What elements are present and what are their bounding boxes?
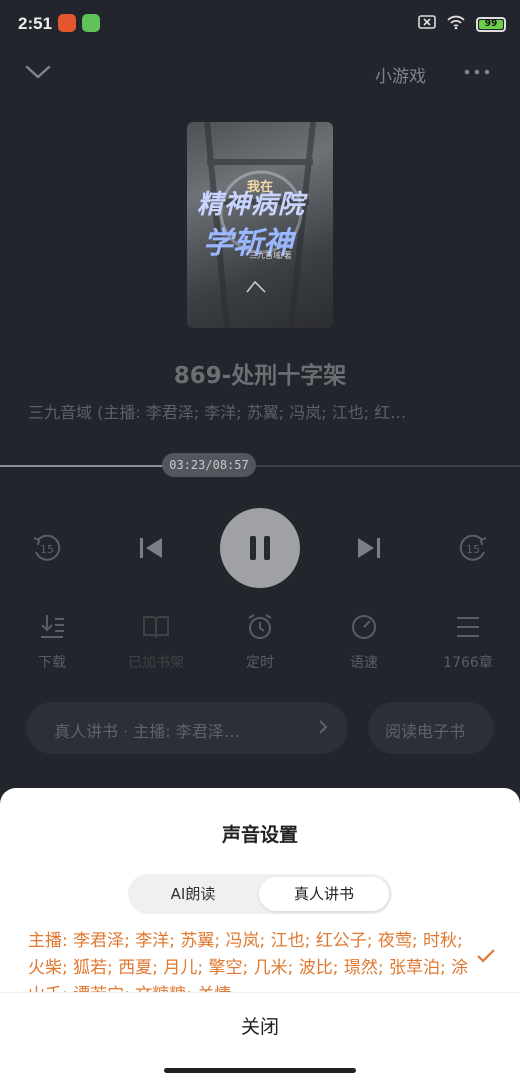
svg-text:15: 15: [40, 543, 54, 556]
narrator-option[interactable]: 主播: 李君泽; 李洋; 苏翼; 冯岚; 江也; 红公子; 夜莺; 时秋; 火柴…: [28, 928, 470, 992]
mini-game-link[interactable]: 小游戏: [375, 62, 426, 87]
status-time: 2:51: [18, 14, 53, 33]
check-icon: [476, 948, 496, 968]
read-ebook-button[interactable]: 阅读电子书: [368, 702, 494, 754]
chapter-title: 869-处刑十字架: [173, 363, 347, 389]
download-button[interactable]: 下载: [12, 612, 92, 672]
wechat-notification-icon: [82, 14, 100, 32]
more-icon[interactable]: [462, 60, 492, 88]
battery-level: 99: [479, 19, 503, 29]
divider: [0, 992, 520, 993]
forward-15-icon[interactable]: 15: [456, 532, 490, 568]
narrator-pill-label: 真人讲书 · 主播: 李君泽…: [54, 722, 240, 741]
narrators-line[interactable]: 三九音域 (主播: 李君泽; 李洋; 苏翼; 冯岚; 江也; 红…: [28, 399, 498, 423]
chevron-right-icon: [318, 719, 328, 739]
narrator-pill-button[interactable]: 真人讲书 · 主播: 李君泽…: [26, 702, 348, 754]
voice-mode-segmented-control: AI朗读 真人讲书: [128, 874, 392, 914]
progress-time[interactable]: 03:23/08:57: [162, 453, 256, 477]
chapters-label: 1766章: [443, 655, 493, 671]
rewind-15-icon[interactable]: 15: [30, 532, 64, 568]
svg-text:15: 15: [466, 543, 480, 556]
book-cover[interactable]: 我在 精神病院 学斩神 三九音域/著: [187, 122, 333, 328]
pause-button[interactable]: [220, 508, 300, 588]
top-bar: 小游戏: [0, 48, 520, 98]
tab-human-narration[interactable]: 真人讲书: [259, 877, 389, 911]
read-ebook-label: 阅读电子书: [385, 722, 466, 741]
close-button[interactable]: 关闭: [0, 1012, 520, 1039]
home-indicator[interactable]: [164, 1068, 356, 1073]
next-track-icon[interactable]: [356, 534, 382, 566]
speed-icon: [352, 615, 376, 639]
timer-button[interactable]: 定时: [220, 612, 300, 672]
sheet-title: 声音设置: [221, 824, 298, 846]
pause-icon-bar: [264, 536, 270, 560]
sim-off-icon: [418, 14, 436, 34]
timer-label: 定时: [246, 655, 274, 671]
wifi-icon: [446, 14, 466, 34]
download-icon: [41, 615, 64, 638]
cover-author: 三九音域/著: [249, 251, 292, 260]
app-notification-icon: [58, 14, 76, 32]
status-bar: 2:51 99: [0, 0, 520, 48]
chapters-button[interactable]: 1766章: [428, 612, 508, 672]
cover-title-line1: 精神病院: [197, 190, 306, 220]
list-icon: [457, 617, 479, 637]
pause-icon: [250, 536, 256, 560]
speed-button[interactable]: 语速: [324, 612, 404, 672]
bookshelf-label: 已加书架: [128, 655, 184, 671]
download-label: 下载: [38, 655, 66, 671]
voice-settings-sheet: 声音设置 AI朗读 真人讲书 主播: 李君泽; 李洋; 苏翼; 冯岚; 江也; …: [0, 788, 520, 1080]
bookshelf-icon: [143, 616, 169, 639]
battery-icon: 99: [476, 16, 506, 32]
alarm-icon: [248, 614, 272, 639]
previous-track-icon[interactable]: [138, 534, 164, 566]
bookshelf-button[interactable]: 已加书架: [116, 612, 196, 672]
speed-label: 语速: [350, 655, 378, 671]
collapse-chevron-icon[interactable]: [24, 60, 52, 88]
tab-ai-reading[interactable]: AI朗读: [128, 874, 258, 914]
